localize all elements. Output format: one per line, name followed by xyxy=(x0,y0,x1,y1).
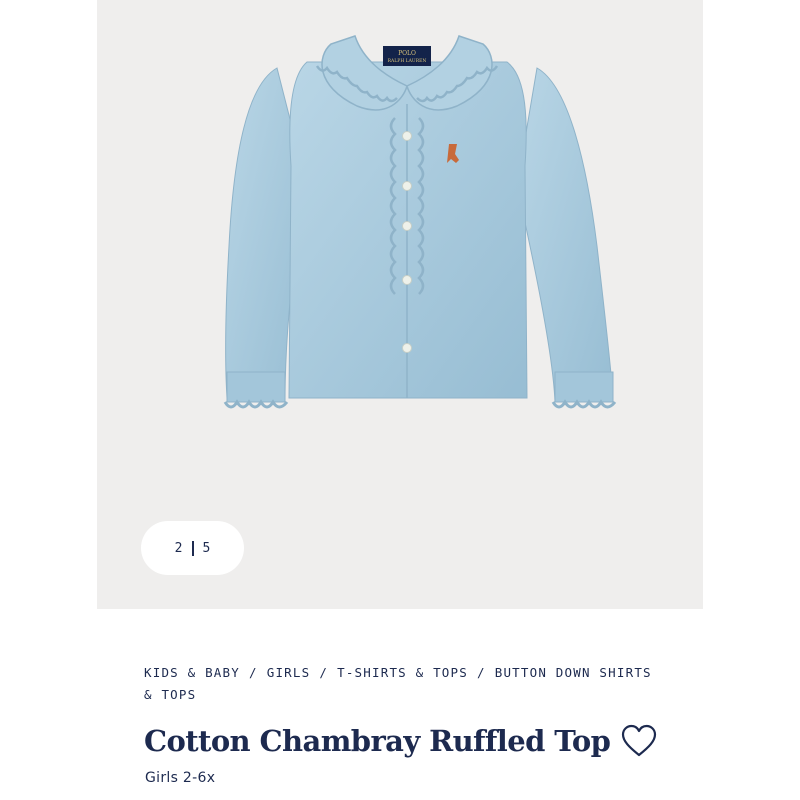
product-title: Cotton Chambray Ruffled Top xyxy=(144,724,611,758)
breadcrumb-girls[interactable]: GIRLS xyxy=(267,665,311,680)
heart-icon[interactable] xyxy=(621,724,657,758)
breadcrumb: KIDS & BABY / GIRLS / T-SHIRTS & TOPS / BUTTON… xyxy=(144,662,664,706)
product-page: POLO RALPH LAUREN 2 5 KIDS & BABY / GIRLS /… xyxy=(97,0,703,800)
image-counter: 2 5 xyxy=(141,521,244,575)
current-image-index: 2 xyxy=(174,540,183,556)
product-image: POLO RALPH LAUREN xyxy=(223,35,617,409)
total-image-count: 5 xyxy=(202,540,211,556)
product-subtitle: Girls 2-6x xyxy=(145,770,216,786)
logo-line1: POLO xyxy=(398,50,416,57)
breadcrumb-kids-baby[interactable]: KIDS & BABY xyxy=(144,665,240,680)
breadcrumb-separator: / xyxy=(476,665,486,680)
breadcrumb-separator: / xyxy=(248,665,258,680)
product-gallery[interactable]: POLO RALPH LAUREN 2 5 xyxy=(97,0,703,609)
breadcrumb-separator: / xyxy=(319,665,329,680)
counter-divider xyxy=(191,540,194,556)
breadcrumb-tshirts-tops[interactable]: T-SHIRTS & TOPS xyxy=(337,665,468,680)
logo-line2: RALPH LAUREN xyxy=(388,58,427,64)
